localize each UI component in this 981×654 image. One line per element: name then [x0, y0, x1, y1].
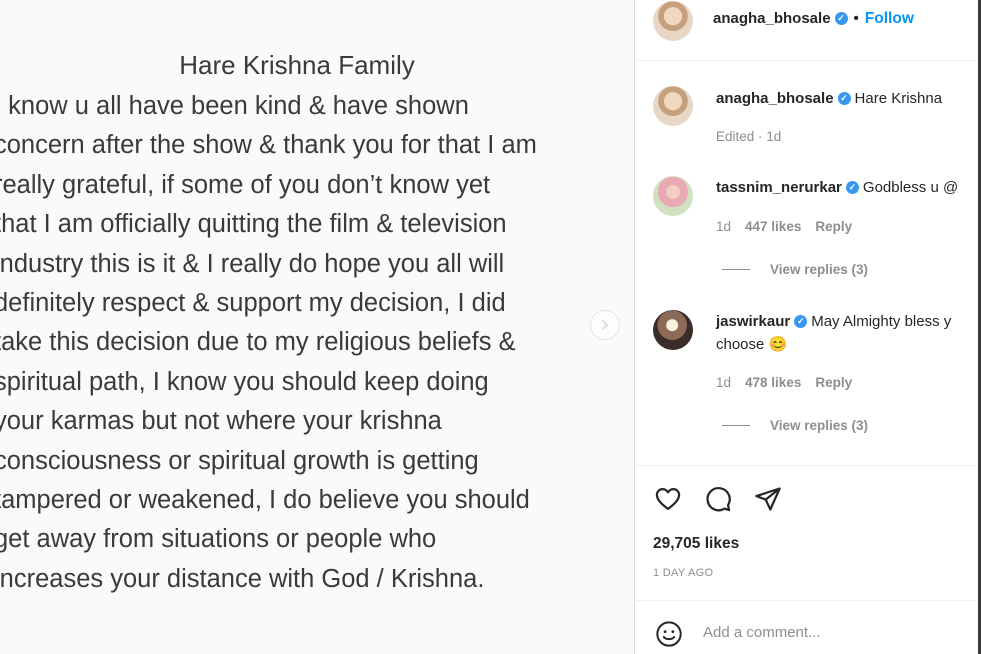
comment-item: tassnim_nerurkar ✓ Godbless u @: [716, 179, 958, 196]
add-comment-input[interactable]: Add a comment...: [703, 624, 821, 641]
comment-text: Godbless u @: [862, 179, 959, 196]
view-replies-label: View replies (3): [770, 418, 869, 433]
post-text-line: consciousness or spiritual growth is get…: [0, 446, 479, 475]
post-text-block: I know u all have been kind & have shown…: [0, 87, 624, 599]
post-text-line: spiritual path, I know you should keep d…: [0, 367, 489, 396]
caption-meta: Edited · 1d: [716, 129, 782, 144]
post-text-line: industry this is it & I really do hope y…: [0, 249, 505, 278]
view-replies-button[interactable]: View replies (3): [722, 262, 868, 277]
post-text-line: take this decision due to my religious b…: [0, 328, 516, 357]
emoji-button[interactable]: [653, 618, 685, 650]
share-button[interactable]: [752, 483, 784, 515]
comment-time: 1d: [716, 219, 732, 234]
post-text-line: increases your distance with God / Krish…: [0, 564, 485, 593]
separator-dot: •: [853, 10, 859, 27]
chevron-right-icon: [602, 320, 609, 330]
like-count[interactable]: 29,705 likes: [653, 535, 739, 553]
comment-avatar[interactable]: [653, 176, 693, 216]
share-icon: [755, 487, 781, 511]
verified-icon: ✓: [837, 91, 851, 105]
comment-likes[interactable]: 478 likes: [745, 375, 801, 390]
comment-avatar[interactable]: [653, 310, 693, 350]
replies-line: [722, 425, 750, 426]
comment-icon: [706, 487, 731, 512]
post-image: Hare Krishna Family I know u all have be…: [0, 0, 634, 654]
follow-button[interactable]: Follow: [865, 10, 914, 27]
comment-meta: 1d 447 likes Reply: [716, 219, 852, 234]
header-avatar[interactable]: [653, 1, 693, 41]
post-date: 1 DAY AGO: [653, 567, 714, 579]
composer-divider: [635, 600, 978, 601]
comment-meta: 1d 478 likes Reply: [716, 375, 852, 390]
caption-avatar[interactable]: [653, 86, 693, 126]
comment-username[interactable]: tassnim_nerurkar: [716, 179, 842, 196]
caption: anagha_bhosale ✓ Hare Krishna: [716, 90, 942, 107]
header-username[interactable]: anagha_bhosale: [713, 10, 831, 27]
post-text-line: your karmas but not where your krishna: [0, 407, 442, 436]
reply-button[interactable]: Reply: [815, 219, 852, 234]
caption-username[interactable]: anagha_bhosale: [716, 90, 834, 107]
verified-icon: ✓: [834, 11, 848, 25]
heart-icon: [655, 487, 681, 511]
post-text-line: really grateful, if some of you don’t kn…: [0, 170, 491, 199]
reply-button[interactable]: Reply: [815, 375, 852, 390]
comments-panel: anagha_bhosale ✓ • Follow anagha_bhosale ✓ Ha…: [635, 0, 978, 654]
comment-likes[interactable]: 447 likes: [745, 219, 801, 234]
like-button[interactable]: [652, 483, 684, 515]
view-replies-button[interactable]: View replies (3): [722, 418, 868, 433]
post-header: anagha_bhosale ✓ • Follow: [713, 10, 914, 28]
post-text-line: that I am officially quitting the film &…: [0, 210, 507, 239]
comment-username[interactable]: jaswirkaur: [716, 313, 790, 330]
post-title: Hare Krishna Family: [179, 50, 415, 80]
comment-item: jaswirkaur ✓ May Almighty bless y: [716, 313, 951, 330]
post-text-line: tampered or weakened, I do believe you s…: [0, 485, 530, 514]
next-slide-button[interactable]: [590, 310, 620, 340]
post-text-line: definitely respect & support my decision…: [0, 288, 506, 317]
emoji-icon: [656, 621, 682, 647]
verified-icon: ✓: [794, 314, 808, 328]
post-text-line: concern after the show & thank you for t…: [0, 131, 537, 160]
view-replies-label: View replies (3): [770, 262, 869, 277]
caption-text: Hare Krishna: [854, 90, 943, 107]
verified-icon: ✓: [845, 180, 859, 194]
actions-divider: [635, 465, 978, 466]
comment-text: May Almighty bless y: [811, 313, 952, 330]
replies-line: [722, 269, 750, 270]
comment-time: 1d: [716, 375, 732, 390]
comment-button[interactable]: [702, 483, 734, 515]
post-text-line: I know u all have been kind & have shown: [0, 92, 469, 120]
comment-text-continued: choose 😊: [716, 336, 788, 353]
header-divider: [635, 60, 978, 61]
post-text-line: get away from situations or people who: [0, 525, 437, 554]
